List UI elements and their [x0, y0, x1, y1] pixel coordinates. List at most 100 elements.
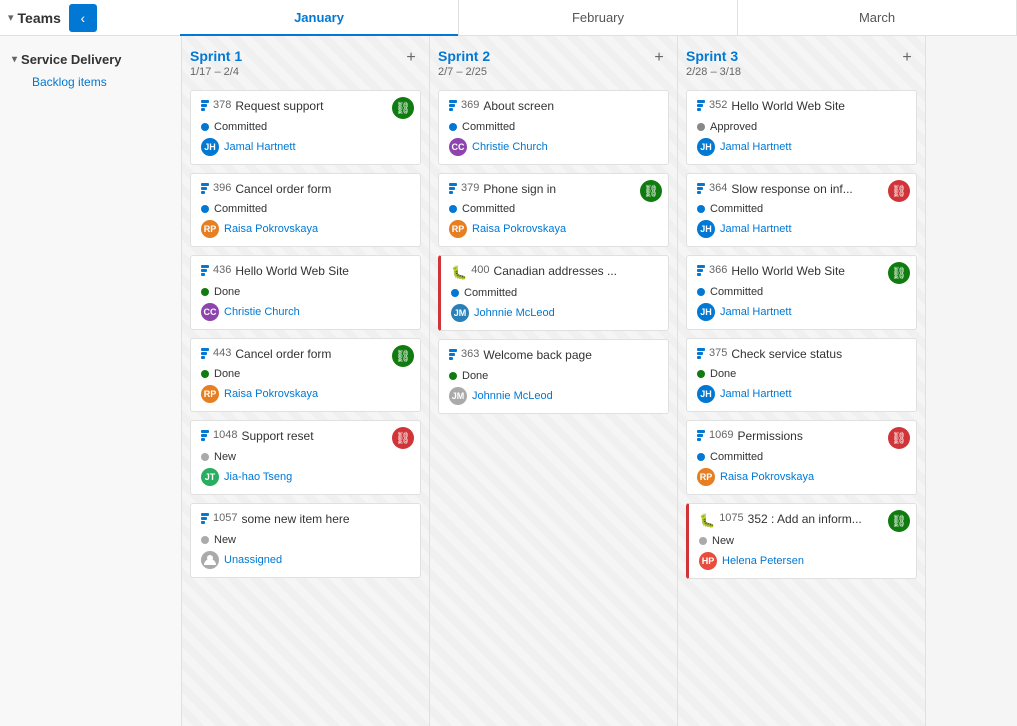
sidebar-section-header[interactable]: ▾ Service Delivery	[8, 48, 173, 71]
avatar: JH	[201, 138, 219, 156]
card-title: Hello World Web Site	[235, 264, 349, 280]
sprint-add-button[interactable]: +	[649, 48, 669, 68]
sidebar-item-backlog[interactable]: Backlog items	[8, 71, 173, 93]
card-top: 1069 Permissions	[697, 429, 906, 445]
assignee-name[interactable]: Christie Church	[472, 141, 548, 153]
status-dot	[697, 123, 705, 131]
card-1075[interactable]: ⛓ 🐛 1075 352 : Add an inform... New HP H…	[686, 503, 917, 579]
card-379[interactable]: ⛓ 379 Phone sign in Committed RP Raisa P…	[438, 173, 669, 248]
card-link-icon[interactable]: ⛓	[392, 345, 414, 367]
card-443[interactable]: ⛓ 443 Cancel order form Done RP Raisa Po…	[190, 338, 421, 413]
card-378[interactable]: ⛓ 378 Request support Committed JH Jamal…	[190, 90, 421, 165]
card-link-icon[interactable]: ⛓	[888, 427, 910, 449]
assignee-name[interactable]: Jamal Hartnett	[720, 223, 792, 235]
assignee-name[interactable]: Jia-hao Tseng	[224, 471, 292, 483]
card-status: Done	[201, 286, 410, 298]
card-1057[interactable]: 1057 some new item here New Unassigned	[190, 503, 421, 578]
sprint-header: Sprint 3 2/28 – 3/18 +	[686, 44, 917, 82]
card-1069[interactable]: ⛓ 1069 Permissions Committed RP Raisa Po…	[686, 420, 917, 495]
card-364[interactable]: ⛓ 364 Slow response on inf... Committed …	[686, 173, 917, 248]
teams-title: Teams	[18, 10, 61, 26]
status-dot	[697, 453, 705, 461]
card-436[interactable]: 436 Hello World Web Site Done CC Christi…	[190, 255, 421, 330]
card-status: Done	[201, 368, 410, 380]
avatar: CC	[201, 303, 219, 321]
card-link-icon[interactable]: ⛓	[888, 262, 910, 284]
story-icon	[697, 430, 705, 441]
story-icon	[697, 265, 705, 276]
card-375[interactable]: 375 Check service status Done JH Jamal H…	[686, 338, 917, 413]
assignee-name[interactable]: Johnnie McLeod	[472, 390, 553, 402]
avatar	[201, 551, 219, 569]
card-title: Hello World Web Site	[731, 264, 845, 280]
card-status: Committed	[201, 203, 410, 215]
card-396[interactable]: 396 Cancel order form Committed RP Raisa…	[190, 173, 421, 248]
card-title: some new item here	[241, 512, 349, 528]
card-366[interactable]: ⛓ 366 Hello World Web Site Committed JH …	[686, 255, 917, 330]
card-status: New	[201, 534, 410, 546]
assignee-name[interactable]: Jamal Hartnett	[720, 388, 792, 400]
assignee-name[interactable]: Christie Church	[224, 306, 300, 318]
sprint-column-1: Sprint 1 1/17 – 2/4 + ⛓ 378 Request supp…	[182, 36, 430, 726]
card-assignee: JH Jamal Hartnett	[697, 385, 906, 403]
story-icon	[201, 348, 209, 359]
assignee-name[interactable]: Jamal Hartnett	[224, 141, 296, 153]
sprint-add-button[interactable]: +	[897, 48, 917, 68]
assignee-name[interactable]: Helena Petersen	[722, 555, 804, 567]
assignee-name[interactable]: Raisa Pokrovskaya	[472, 223, 566, 235]
board: Sprint 1 1/17 – 2/4 + ⛓ 378 Request supp…	[182, 36, 1017, 726]
card-352[interactable]: 352 Hello World Web Site Approved JH Jam…	[686, 90, 917, 165]
sprint-title-block: Sprint 2 2/7 – 2/25	[438, 48, 490, 78]
sidebar-section: ▾ Service Delivery Backlog items	[0, 44, 181, 97]
card-id: 352	[709, 99, 727, 111]
card-assignee: JH Jamal Hartnett	[697, 220, 906, 238]
nav-back-button[interactable]: ‹	[69, 4, 97, 32]
assignee-name[interactable]: Raisa Pokrovskaya	[224, 223, 318, 235]
card-status: Approved	[697, 121, 906, 133]
teams-nav: ▾ Teams ‹	[0, 4, 180, 32]
assignee-name[interactable]: Unassigned	[224, 554, 282, 566]
card-363[interactable]: 363 Welcome back page Done JM Johnnie Mc…	[438, 339, 669, 414]
card-top: 366 Hello World Web Site	[697, 264, 906, 280]
status-label: Committed	[710, 286, 763, 298]
card-link-icon[interactable]: ⛓	[640, 180, 662, 202]
teams-chevron-icon[interactable]: ▾	[8, 11, 14, 24]
sprint-title-block: Sprint 1 1/17 – 2/4	[190, 48, 242, 78]
main-area: ▾ Service Delivery Backlog items Sprint …	[0, 36, 1017, 726]
card-id: 363	[461, 348, 479, 360]
card-link-icon[interactable]: ⛓	[392, 427, 414, 449]
avatar: RP	[201, 385, 219, 403]
sprint-column-3: Sprint 3 2/28 – 3/18 + 352 Hello World W…	[678, 36, 926, 726]
card-link-icon[interactable]: ⛓	[888, 510, 910, 532]
card-link-icon[interactable]: ⛓	[888, 180, 910, 202]
card-status: Committed	[449, 203, 658, 215]
assignee-name[interactable]: Raisa Pokrovskaya	[720, 471, 814, 483]
story-icon	[449, 349, 457, 360]
assignee-name[interactable]: Jamal Hartnett	[720, 306, 792, 318]
assignee-name[interactable]: Jamal Hartnett	[720, 141, 792, 153]
month-tab-february[interactable]: February	[459, 0, 738, 36]
card-status: New	[699, 535, 906, 547]
card-top: 369 About screen	[449, 99, 658, 115]
status-label: Committed	[462, 203, 515, 215]
card-status: Committed	[697, 203, 906, 215]
card-1048[interactable]: ⛓ 1048 Support reset New JT Jia-hao Tsen…	[190, 420, 421, 495]
card-400[interactable]: 🐛 400 Canadian addresses ... Committed J…	[438, 255, 669, 331]
card-id: 1075	[719, 512, 743, 524]
status-dot	[697, 288, 705, 296]
card-top: 378 Request support	[201, 99, 410, 115]
card-top: 375 Check service status	[697, 347, 906, 363]
month-tab-march[interactable]: March	[738, 0, 1017, 36]
card-369[interactable]: 369 About screen Committed CC Christie C…	[438, 90, 669, 165]
card-link-icon[interactable]: ⛓	[392, 97, 414, 119]
card-title: Permissions	[737, 429, 802, 445]
sprint-dates: 2/7 – 2/25	[438, 66, 490, 78]
card-title: 352 : Add an inform...	[748, 512, 862, 528]
status-dot	[449, 205, 457, 213]
month-tab-january[interactable]: January	[180, 0, 459, 36]
assignee-name[interactable]: Raisa Pokrovskaya	[224, 388, 318, 400]
sprint-add-button[interactable]: +	[401, 48, 421, 68]
assignee-name[interactable]: Johnnie McLeod	[474, 307, 555, 319]
sidebar-section-label: Service Delivery	[21, 52, 121, 67]
avatar: CC	[449, 138, 467, 156]
